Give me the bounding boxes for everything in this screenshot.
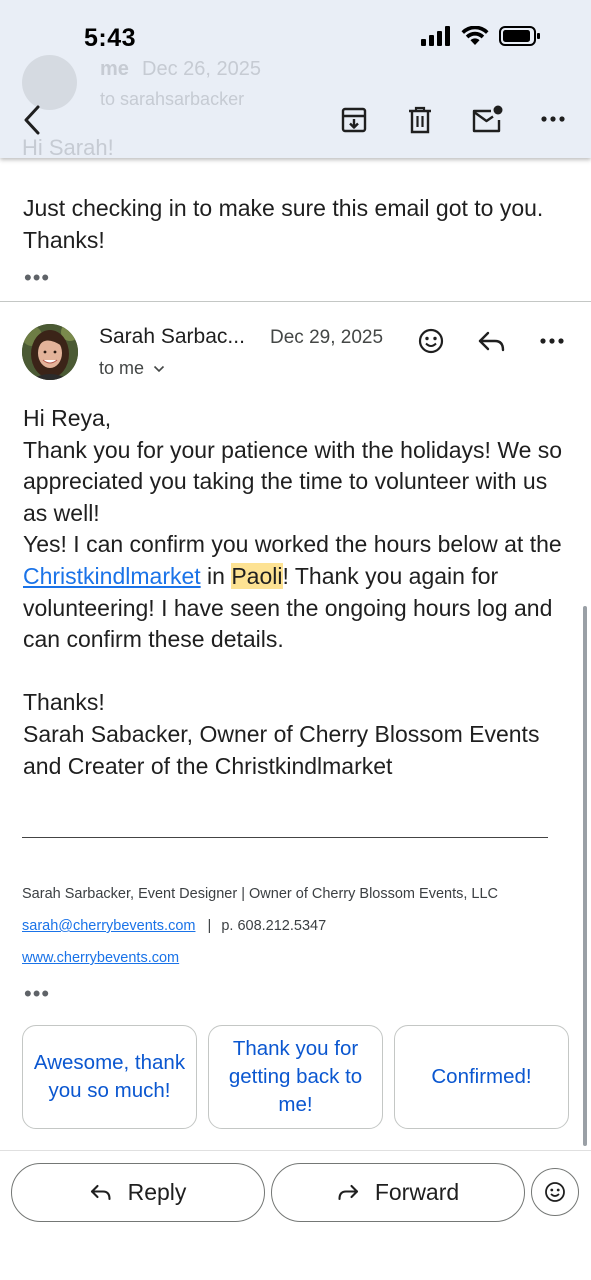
emoji-icon	[545, 1182, 565, 1202]
signature-phone[interactable]: p. 608.212.5347	[221, 918, 326, 934]
search-highlight: Paoli	[231, 562, 283, 589]
avatar[interactable]	[22, 324, 78, 380]
avatar-photo	[22, 324, 78, 380]
add-reaction-button[interactable]	[414, 324, 448, 358]
ghost-sender: me	[100, 58, 129, 80]
message-body: Hi Reya, Thank you for your patience wit…	[23, 403, 568, 782]
signature-divider	[22, 837, 548, 838]
ghost-date: Dec 26, 2025	[142, 58, 261, 80]
wifi-icon	[461, 26, 489, 45]
signature-email-link[interactable]: sarah@cherrybevents.com	[22, 918, 195, 934]
reply-icon-button[interactable]	[474, 326, 510, 358]
archive-button[interactable]	[336, 102, 372, 138]
message-date: Dec 29, 2025	[270, 327, 384, 348]
greeting: Hi Reya,	[23, 405, 112, 431]
emoji-icon	[418, 328, 444, 354]
mark-unread-icon	[472, 105, 503, 133]
forward-button[interactable]: Forward	[271, 1163, 525, 1222]
trash-icon	[409, 106, 431, 134]
body-paragraph-1: Thank you for your patience with the hol…	[23, 436, 563, 526]
more-horizontal-icon	[540, 338, 564, 344]
scrollbar[interactable]	[583, 606, 587, 1146]
reply-icon	[90, 1184, 111, 1201]
sender-name: Sarah Sarbac...	[99, 325, 245, 348]
signature-contact: sarah@cherrybevents.com | p. 608.212.534…	[22, 918, 326, 934]
thanks-line: Thanks!	[23, 689, 105, 716]
recipient-label: to me	[99, 358, 145, 378]
smart-reply-1[interactable]: Awesome, thank you so much!	[22, 1025, 197, 1129]
bottom-divider	[0, 1150, 591, 1151]
previous-message-snippet[interactable]: Just checking in to make sure this email…	[23, 192, 563, 256]
cellular-signal-icon	[421, 26, 450, 46]
more-horizontal-icon	[541, 116, 565, 122]
ghost-to-line: to sarahsarbacker	[100, 89, 245, 109]
archive-icon	[341, 107, 367, 133]
message-divider	[0, 301, 591, 302]
signature-title: Sarah Sarbacker, Event Designer | Owner …	[22, 886, 499, 902]
message-more-button[interactable]	[534, 326, 570, 356]
smart-reply-2[interactable]: Thank you for getting back to me!	[208, 1025, 383, 1129]
p2-text-between: in	[200, 562, 232, 589]
forward-label: Forward	[374, 1179, 460, 1205]
reply-button[interactable]: Reply	[11, 1163, 265, 1222]
signature-separator: |	[207, 918, 212, 934]
signoff-line: Sarah Sabacker, Owner of Cherry Blossom …	[23, 720, 540, 779]
status-time: 5:43	[84, 24, 137, 52]
app-bar: 5:43 me Dec 26, 2025 to sarahsarbacker H…	[0, 0, 591, 158]
body-paragraph-2: Yes! I can confirm you worked the hours …	[23, 529, 568, 655]
back-arrow-icon	[24, 105, 40, 135]
smart-reply-3[interactable]: Confirmed!	[394, 1025, 569, 1129]
battery-icon	[499, 26, 540, 46]
reply-icon	[478, 331, 505, 352]
reply-label: Reply	[127, 1179, 187, 1205]
emoji-reaction-button[interactable]	[531, 1168, 579, 1216]
mark-unread-button[interactable]	[468, 100, 506, 138]
status-icons	[421, 26, 541, 46]
christkindlmarket-link[interactable]: Christkindlmarket	[23, 563, 201, 589]
back-button[interactable]	[14, 100, 50, 140]
chevron-down-icon	[153, 366, 165, 373]
show-trimmed-button[interactable]: •••	[24, 267, 50, 289]
delete-button[interactable]	[402, 102, 438, 138]
p2-text-start: Yes! I can confirm you worked the hours …	[23, 531, 562, 558]
signature-website: www.cherrybevents.com	[22, 950, 179, 966]
forward-icon	[338, 1184, 358, 1201]
show-quoted-text-button[interactable]: •••	[24, 983, 50, 1005]
recipient-details-toggle[interactable]: to me	[99, 358, 165, 379]
website-link[interactable]: www.cherrybevents.com	[22, 950, 179, 966]
more-options-button[interactable]	[534, 104, 572, 134]
